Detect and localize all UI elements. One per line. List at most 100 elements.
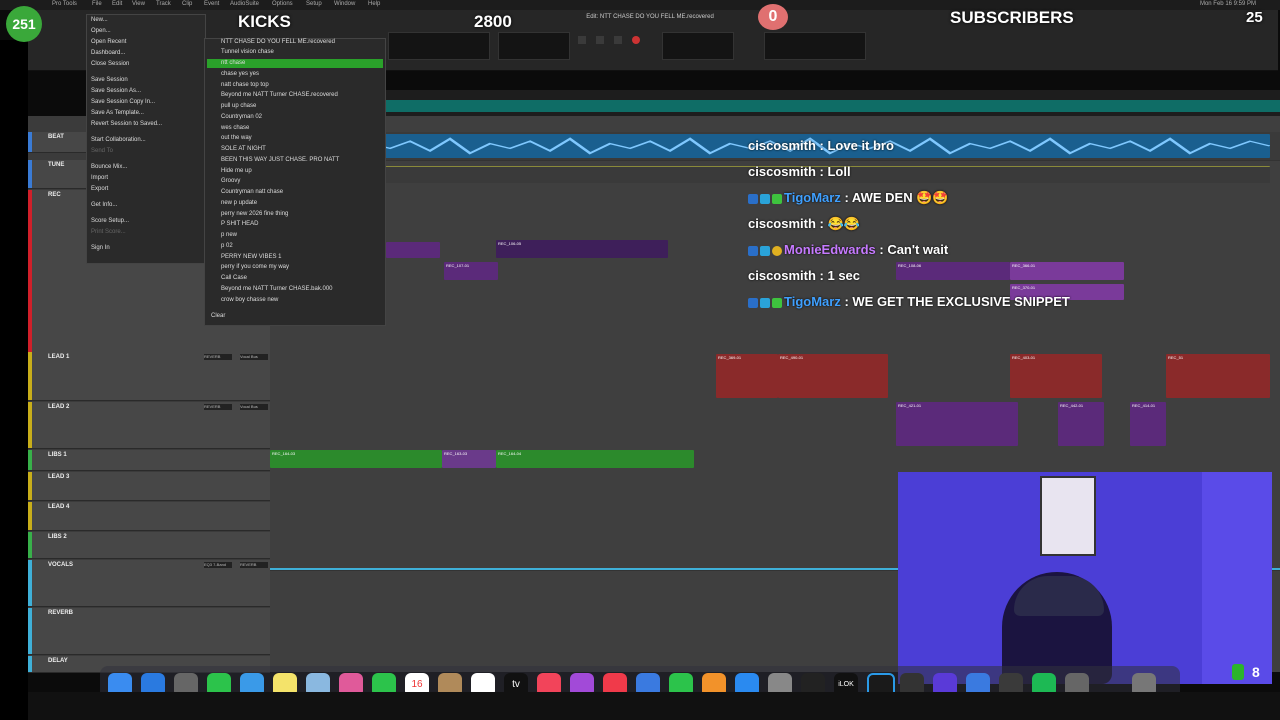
- track-header-reverb[interactable]: REVERB: [28, 608, 270, 655]
- clip-lead2-a[interactable]: REC_421-01: [896, 402, 1018, 446]
- marker-ruler[interactable]: [270, 100, 1280, 112]
- badge-icon: [772, 245, 782, 256]
- badge-icon: [748, 245, 758, 256]
- stream-chat-overlay: ciscosmith : Love it bro ciscosmith : Lo…: [748, 134, 1278, 314]
- cap-shape: [1014, 576, 1104, 616]
- file-menu-item[interactable]: Revert Session to Saved...: [91, 121, 162, 127]
- kick-logo: [1232, 664, 1244, 680]
- file-menu-item[interactable]: Save Session Copy In...: [91, 99, 155, 105]
- insert-slot[interactable]: EQ3 7-Band: [204, 562, 232, 568]
- insert-slot[interactable]: REVERB: [204, 404, 232, 410]
- wall-frame: [1040, 476, 1096, 556]
- recent-item[interactable]: p 02: [221, 243, 233, 249]
- recent-item[interactable]: P SHIT HEAD: [221, 221, 258, 227]
- badge-icon: [772, 297, 782, 308]
- clip-lead2-b[interactable]: REC_442-01: [1058, 402, 1104, 446]
- clip-rec-b[interactable]: REC_107-01: [444, 262, 498, 280]
- recent-clear[interactable]: Clear: [211, 313, 225, 319]
- viewer-count-badge: 251: [6, 6, 42, 42]
- recent-item-selected[interactable]: ntt chase: [221, 60, 245, 66]
- file-menu-item[interactable]: Save As Template...: [91, 110, 144, 116]
- chat-message: MonieEdwards : Can't wait: [748, 242, 948, 257]
- badge-icon: [772, 193, 782, 204]
- recent-item[interactable]: BEEN THIS WAY JUST CHASE. PRO NATT: [221, 157, 339, 163]
- chat-message: TigoMarz : AWE DEN 🤩🤩: [748, 190, 949, 206]
- send-slot[interactable]: Vocal Bus: [240, 354, 268, 360]
- recent-item[interactable]: chase yes yes: [221, 71, 259, 77]
- chat-message: TigoMarz : WE GET THE EXCLUSIVE SNIPPET: [748, 294, 1070, 309]
- clip-lead1-a[interactable]: REC_369-01: [716, 354, 778, 398]
- track-header-lead-1[interactable]: LEAD 1 REVERB Vocal Bus: [28, 352, 270, 401]
- file-menu-item[interactable]: Export: [91, 186, 108, 192]
- file-menu-item[interactable]: Bounce Mix...: [91, 164, 127, 170]
- recent-item[interactable]: wes chase: [221, 125, 249, 131]
- clip-lead1-d[interactable]: REC_51: [1166, 354, 1270, 398]
- track-header-lead-2[interactable]: LEAD 2 REVERB Vocal Bus: [28, 402, 270, 449]
- file-menu-item[interactable]: Dashboard...: [91, 50, 125, 56]
- file-menu-item[interactable]: Save Session: [91, 77, 128, 83]
- chat-message: ciscosmith : 😂😂: [748, 216, 860, 231]
- stream-overlay: 251 KICKS 2800 0 SUBSCRIBERS 25: [0, 0, 1280, 42]
- chat-message: ciscosmith : Loll: [748, 164, 851, 179]
- recent-item[interactable]: PERRY NEW VIBES 1: [221, 254, 281, 260]
- recent-item[interactable]: Countryman 02: [221, 114, 262, 120]
- file-menu-item[interactable]: Import: [91, 175, 108, 181]
- recent-item[interactable]: crow boy chasse new: [221, 297, 278, 303]
- insert-slot[interactable]: REVERB: [204, 354, 232, 360]
- clip-libs-a[interactable]: REC_164-03: [270, 450, 442, 468]
- track-header-libs-1[interactable]: LIBS 1: [28, 450, 270, 471]
- recent-item[interactable]: Countryman natt chase: [221, 189, 283, 195]
- clip-lead1-c[interactable]: REC_403-01: [1010, 354, 1102, 398]
- badge-icon: [760, 297, 770, 308]
- send-slot[interactable]: REVERB: [240, 562, 268, 568]
- webcam-feed: 8: [898, 472, 1272, 684]
- file-menu-item[interactable]: Start Collaboration...: [91, 137, 146, 143]
- open-recent-submenu: NTT CHASE DO YOU FELL ME.recovered Tunne…: [204, 38, 386, 326]
- recent-item[interactable]: Beyond me NATT Turner CHASE.bak.000: [221, 286, 333, 292]
- track-header-libs-2[interactable]: LIBS 2: [28, 532, 270, 559]
- clip-libs-b[interactable]: REC_163-03: [442, 450, 496, 468]
- recent-item[interactable]: Groovy: [221, 178, 240, 184]
- file-menu-item[interactable]: Score Setup...: [91, 218, 129, 224]
- subscribers-label: SUBSCRIBERS: [950, 8, 1074, 27]
- badge-icon: [760, 193, 770, 204]
- middle-count-badge: 0: [758, 4, 788, 30]
- recent-item[interactable]: natt chase top top: [221, 82, 269, 88]
- kicks-value: 2800: [474, 12, 512, 31]
- badge-icon: [748, 297, 758, 308]
- chat-message: ciscosmith : 1 sec: [748, 268, 861, 283]
- file-menu-dropdown: New... Open... Open Recent Dashboard... …: [86, 14, 206, 264]
- chat-message: ciscosmith : Love it bro: [748, 138, 894, 153]
- subscribers-value: 25: [1246, 9, 1263, 26]
- track-header-vocals[interactable]: VOCALS EQ3 7-Band REVERB: [28, 560, 270, 607]
- clip-lead1-b[interactable]: REC_490-01: [778, 354, 888, 398]
- recent-item[interactable]: Tunnel vision chase: [221, 49, 274, 55]
- file-menu-item[interactable]: Save Session As...: [91, 88, 141, 94]
- kicks-label: KICKS: [238, 12, 291, 31]
- recent-item[interactable]: pull up chase: [221, 103, 256, 109]
- clip-libs-c[interactable]: REC_164-04: [496, 450, 694, 468]
- recent-item[interactable]: Hide me up: [221, 168, 252, 174]
- recent-item[interactable]: new p update: [221, 200, 257, 206]
- clip-rec-a[interactable]: REC_106-05: [496, 240, 668, 258]
- door-panel: [1202, 472, 1272, 684]
- send-slot[interactable]: Vocal Bus: [240, 404, 268, 410]
- recent-item[interactable]: p new: [221, 232, 237, 238]
- badge-icon: [748, 193, 758, 204]
- recent-item[interactable]: perry if you come my way: [221, 264, 289, 270]
- clip-lead2-c[interactable]: REC_414-01: [1130, 402, 1166, 446]
- track-header-lead-3[interactable]: LEAD 3: [28, 472, 270, 501]
- clip-rec-pre[interactable]: [386, 242, 440, 258]
- recent-item[interactable]: Beyond me NATT Turner CHASE.recovered: [221, 92, 338, 98]
- recent-item[interactable]: out the way: [221, 135, 252, 141]
- bottom-strip: [28, 692, 1280, 720]
- bottom-right-count: 8: [1252, 664, 1260, 680]
- track-header-lead-4[interactable]: LEAD 4: [28, 502, 270, 531]
- recent-item[interactable]: SOLE AT NIGHT: [221, 146, 266, 152]
- file-menu-item[interactable]: Get Info...: [91, 202, 117, 208]
- file-menu-item[interactable]: Close Session: [91, 61, 129, 67]
- recent-item[interactable]: perry new 2026 fine thing: [221, 211, 288, 217]
- file-menu-item[interactable]: Sign In: [91, 245, 110, 251]
- badge-icon: [760, 245, 770, 256]
- recent-item[interactable]: Call Case: [221, 275, 247, 281]
